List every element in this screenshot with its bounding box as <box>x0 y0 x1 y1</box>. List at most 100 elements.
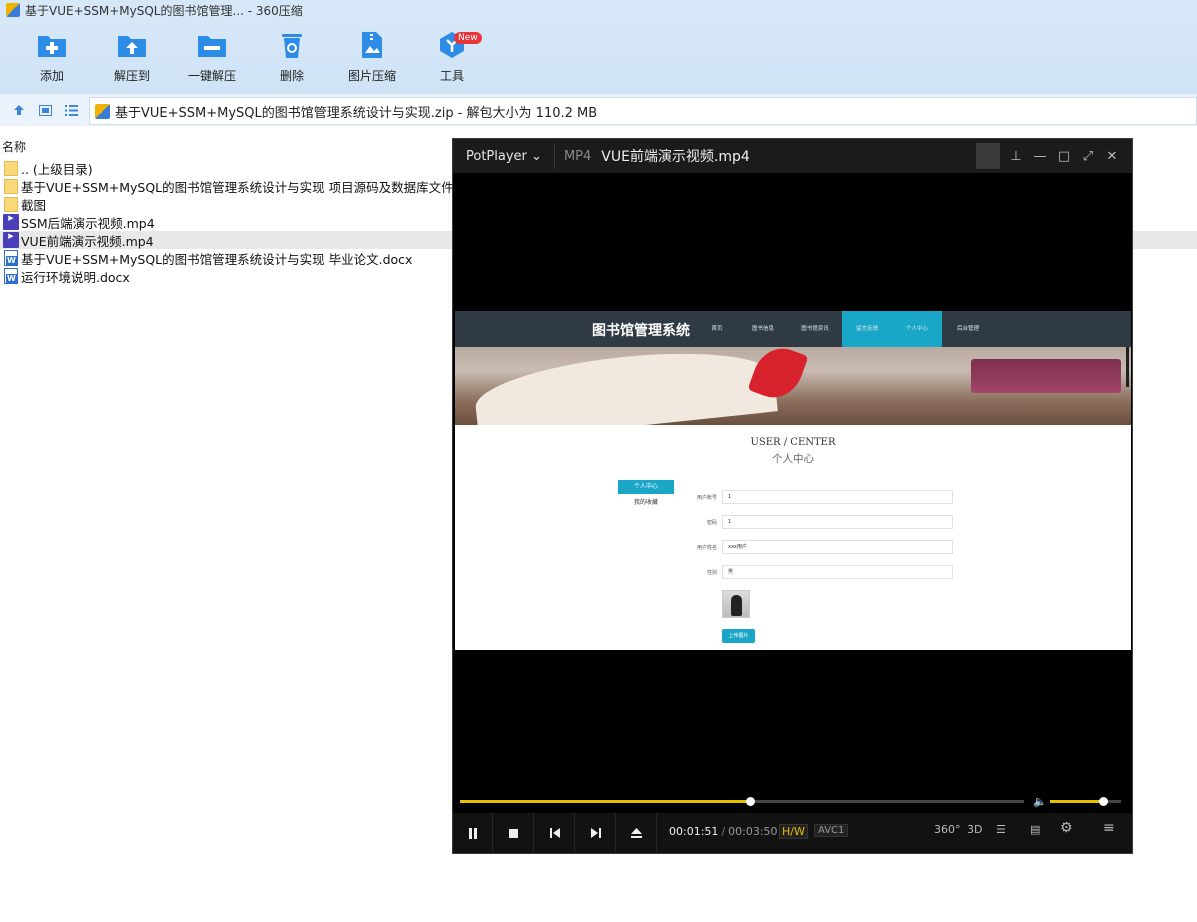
new-badge: New <box>454 32 482 44</box>
recycle-bin-icon <box>277 30 307 60</box>
video-nav-item: 图书信息 <box>751 326 774 332</box>
eject-icon <box>631 828 642 838</box>
stop-button[interactable] <box>494 813 534 853</box>
path-field[interactable]: 基于VUE+SSM+MySQL的图书馆管理系统设计与实现.zip - 解包大小为… <box>89 97 1197 125</box>
address-bar: 基于VUE+SSM+MySQL的图书馆管理系统设计与实现.zip - 解包大小为… <box>0 94 1197 126</box>
player-brand-menu[interactable]: PotPlayer ⌄ <box>466 149 542 164</box>
list-item-label: 基于VUE+SSM+MySQL的图书馆管理系统设计与实现 项目源码及数据库文件 <box>21 179 454 195</box>
time-display: 00:01:51/00:03:50 <box>669 825 778 838</box>
current-time: 00:01:51 <box>669 825 719 838</box>
list-item-label: 基于VUE+SSM+MySQL的图书馆管理系统设计与实现 毕业论文.docx <box>21 251 413 267</box>
delete-button[interactable]: 删除 <box>252 30 332 84</box>
chevron-down-icon: ⌄ <box>531 148 542 164</box>
chapter-search-icon[interactable]: ☰ <box>996 823 1006 836</box>
tools-button[interactable]: 工具 New <box>412 30 492 84</box>
potplayer-window: PotPlayer ⌄ MP4 VUE前端演示视频.mp4 ⊥ — □ ⤢ ✕ … <box>452 138 1133 854</box>
codec-badge[interactable]: AVC1 <box>814 824 849 837</box>
column-header-name[interactable]: 名称 <box>2 138 26 155</box>
one-click-extract-button[interactable]: 一键解压 <box>172 30 252 84</box>
book-page-shape <box>472 347 778 425</box>
playlist-icon[interactable]: ▤ <box>1030 823 1040 836</box>
3d-button[interactable]: 3D <box>967 823 982 836</box>
word-document-icon <box>4 250 18 266</box>
volume-slider[interactable] <box>1050 797 1121 806</box>
close-icon[interactable]: ✕ <box>1100 149 1124 164</box>
seek-bar-knob[interactable] <box>746 797 756 806</box>
maximize-icon[interactable]: □ <box>1052 149 1076 164</box>
video-site-logo: 图书馆管理系统 <box>592 323 690 339</box>
stop-icon <box>509 828 518 838</box>
player-filename: VUE前端演示视频.mp4 <box>601 149 750 165</box>
video-avatar <box>722 590 750 618</box>
player-window-buttons: ⊥ — □ ⤢ ✕ <box>976 139 1124 173</box>
video-form-label: 密码 <box>706 520 717 526</box>
pause-button[interactable] <box>453 813 493 853</box>
thumbnail-view-icon[interactable] <box>32 97 58 123</box>
video-nav-item: 个人中心 <box>892 311 942 347</box>
seek-bar[interactable] <box>460 797 1024 806</box>
video-site-navbar: 图书馆管理系统 首页 图书信息 图书馆资讯 留言反馈 个人中心 后台管理 <box>455 311 1131 347</box>
video-heading-cn: 个人中心 <box>772 453 814 465</box>
folder-icon <box>4 196 18 212</box>
pause-icon <box>468 827 477 839</box>
video-form-value: 男 <box>722 565 953 579</box>
volume-knob[interactable] <box>1099 797 1109 806</box>
folder-icon <box>4 178 18 194</box>
video-nav-item: 首页 <box>711 326 723 332</box>
title-bar: 基于VUE+SSM+MySQL的图书馆管理... - 360压缩 <box>0 0 1197 20</box>
video-banner-image <box>455 347 1131 425</box>
list-view-icon[interactable] <box>58 97 84 123</box>
player-title-bar: PotPlayer ⌄ MP4 VUE前端演示视频.mp4 ⊥ — □ ⤢ ✕ <box>453 139 1132 173</box>
video-form-value: 1 <box>722 515 953 529</box>
video-scrollbar <box>1126 347 1129 387</box>
video-nav-item: 留言反馈 <box>842 311 892 347</box>
video-form-label: 性别 <box>706 570 717 576</box>
zip-file-icon <box>95 103 110 119</box>
video-side-active: 个人中心 <box>618 480 674 494</box>
video-file-icon <box>3 232 19 248</box>
video-heading-en: USER / CENTER <box>750 437 836 448</box>
one-click-extract-label: 一键解压 <box>187 69 236 83</box>
extract-to-label: 解压到 <box>113 69 150 83</box>
video-form-value: xxx用户 <box>722 540 953 554</box>
app-icon <box>6 3 20 17</box>
volume-fill <box>1050 800 1104 803</box>
extract-to-icon <box>117 30 147 60</box>
video-frame[interactable]: 图书馆管理系统 首页 图书信息 图书馆资讯 留言反馈 个人中心 后台管理 USE… <box>455 311 1131 650</box>
add-button[interactable]: 添加 <box>12 30 92 84</box>
image-compress-button[interactable]: 图片压缩 <box>332 30 412 84</box>
list-item-label: 运行环境说明.docx <box>21 269 130 285</box>
menu-icon[interactable]: ≡ <box>1103 820 1115 836</box>
title-divider <box>976 143 1000 169</box>
vr-360-button[interactable]: 360° <box>934 823 961 836</box>
minimize-icon[interactable]: — <box>1028 149 1052 164</box>
extract-to-button[interactable]: 解压到 <box>92 30 172 84</box>
pin-icon[interactable]: ⊥ <box>1004 149 1028 164</box>
settings-gear-icon[interactable]: ⚙ <box>1060 820 1073 836</box>
delete-label: 删除 <box>279 69 304 83</box>
seek-bar-fill <box>460 800 751 803</box>
app-window: 基于VUE+SSM+MySQL的图书馆管理... - 360压缩 添加 解压到 … <box>0 0 1197 922</box>
list-item-label: SSM后端演示视频.mp4 <box>21 215 155 231</box>
player-brand: PotPlayer <box>466 148 527 164</box>
list-item-label: VUE前端演示视频.mp4 <box>21 233 154 249</box>
up-arrow-icon[interactable] <box>6 97 32 123</box>
add-icon <box>37 30 67 60</box>
previous-button[interactable] <box>535 813 575 853</box>
next-button[interactable] <box>576 813 616 853</box>
player-control-bar: 00:01:51/00:03:50 H/W AVC1 360° 3D ☰ ▤ ⚙… <box>453 813 1132 853</box>
hw-decode-badge[interactable]: H/W <box>779 824 808 839</box>
speaker-icon[interactable]: 🔈 <box>1033 795 1047 808</box>
video-form-label: 用户姓名 <box>696 545 717 551</box>
window-title: 基于VUE+SSM+MySQL的图书馆管理... - 360压缩 <box>25 3 303 18</box>
eject-button[interactable] <box>617 813 657 853</box>
total-duration: 00:03:50 <box>728 825 778 838</box>
add-label: 添加 <box>39 69 64 83</box>
video-form-value: 1 <box>722 490 953 504</box>
title-divider <box>553 143 555 169</box>
image-compress-label: 图片压缩 <box>347 69 396 83</box>
books-shape <box>971 359 1121 393</box>
main-toolbar: 添加 解压到 一键解压 删除 图片压缩 工具 New <box>0 20 1197 94</box>
fullscreen-icon[interactable]: ⤢ <box>1076 149 1100 164</box>
previous-icon <box>549 828 560 838</box>
